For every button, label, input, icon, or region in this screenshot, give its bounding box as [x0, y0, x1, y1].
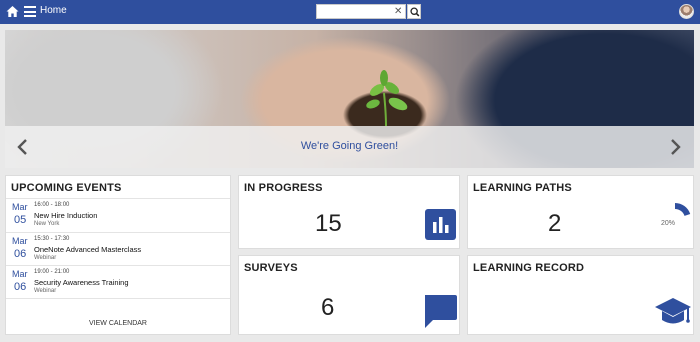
home-link[interactable]: Home	[40, 5, 67, 16]
surveys-count: 6	[321, 294, 335, 321]
bar-chart-icon	[425, 209, 456, 240]
event-title: New Hire Induction	[34, 211, 98, 220]
event-month: Mar	[12, 236, 28, 246]
top-bar: Home ✕	[0, 0, 700, 24]
event-location: Webinar	[34, 255, 57, 261]
view-calendar-link[interactable]: VIEW CALENDAR	[6, 320, 230, 327]
learning-record-card[interactable]: LEARNING RECORD	[467, 255, 694, 335]
event-location: New York	[34, 221, 60, 227]
event-item[interactable]: Mar 06 15:30 - 17:30 OneNote Advanced Ma…	[6, 232, 230, 265]
event-time: 15:30 - 17:30	[34, 236, 70, 242]
sprout-image	[366, 70, 408, 127]
event-time: 16:00 - 18:00	[34, 202, 70, 208]
learning-record-title: LEARNING RECORD	[473, 262, 585, 274]
event-title: OneNote Advanced Masterclass	[34, 245, 142, 254]
event-item[interactable]: Mar 05 16:00 - 18:00 New Hire Induction …	[6, 198, 230, 231]
learning-paths-percent: 20%	[661, 220, 676, 227]
carousel-caption[interactable]: We're Going Green!	[5, 140, 694, 152]
chevron-right-icon[interactable]	[667, 138, 683, 156]
learning-paths-title: LEARNING PATHS	[473, 182, 572, 194]
chevron-left-icon[interactable]	[15, 138, 31, 156]
in-progress-title: IN PROGRESS	[244, 182, 323, 194]
speech-bubble-icon	[425, 295, 457, 328]
search-box: ✕	[316, 4, 421, 19]
hamburger-menu-icon[interactable]	[24, 6, 36, 17]
event-month: Mar	[12, 269, 28, 279]
surveys-title: SURVEYS	[244, 262, 298, 274]
graduation-cap-icon	[655, 298, 691, 324]
progress-ring	[674, 203, 691, 217]
user-avatar[interactable]	[679, 4, 694, 19]
close-icon[interactable]: ✕	[394, 5, 402, 18]
learning-paths-count: 2	[548, 210, 562, 237]
in-progress-card[interactable]: IN PROGRESS 15	[238, 175, 460, 249]
surveys-card[interactable]: SURVEYS 6	[238, 255, 460, 335]
event-day: 05	[14, 214, 27, 226]
carousel-caption-band: We're Going Green!	[5, 126, 694, 168]
learning-paths-card[interactable]: LEARNING PATHS 2 20%	[467, 175, 694, 249]
search-icon	[410, 7, 420, 17]
event-time: 19:00 - 21:00	[34, 269, 70, 275]
event-title: Security Awareness Training	[34, 278, 129, 287]
upcoming-events-card: UPCOMING EVENTS Mar 05 16:00 - 18:00 New…	[5, 175, 231, 335]
divider	[6, 298, 230, 299]
event-location: Webinar	[34, 288, 57, 294]
event-month: Mar	[12, 202, 28, 212]
hero-carousel: We're Going Green!	[5, 30, 694, 168]
event-day: 06	[14, 281, 27, 293]
search-input[interactable]	[316, 4, 406, 19]
event-day: 06	[14, 248, 27, 260]
home-icon[interactable]	[6, 5, 19, 18]
in-progress-count: 15	[315, 210, 342, 237]
search-button[interactable]	[407, 4, 421, 19]
event-item[interactable]: Mar 06 19:00 - 21:00 Security Awareness …	[6, 265, 230, 298]
upcoming-events-title: UPCOMING EVENTS	[11, 182, 122, 194]
